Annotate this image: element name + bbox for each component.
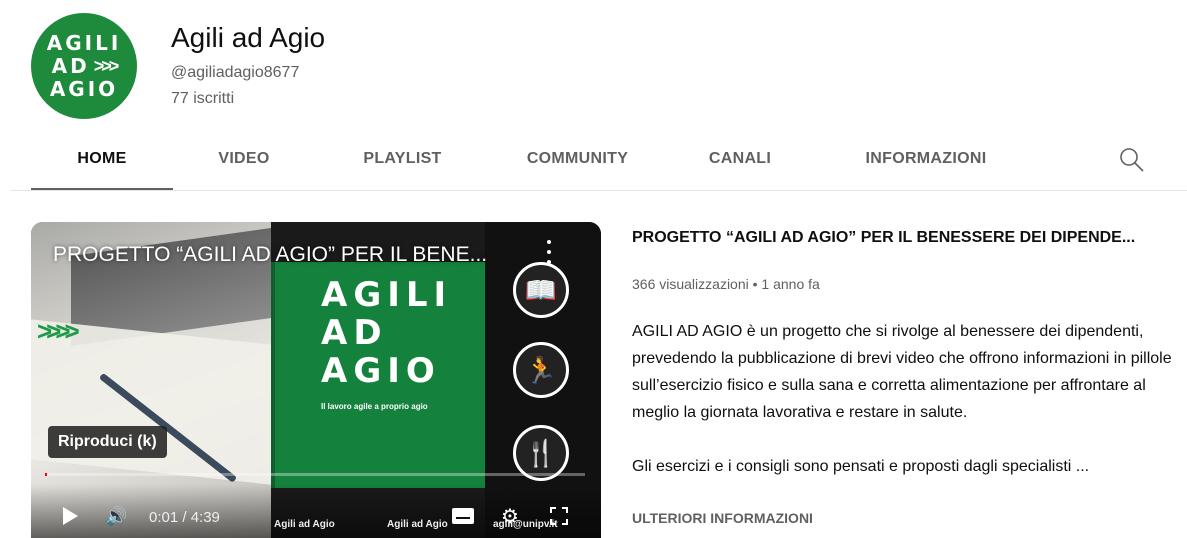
avatar-line-3: AGIO [49, 76, 119, 101]
exercise-icon: 🏃 [513, 342, 569, 398]
green-arrows-icon: >>>> [37, 316, 80, 346]
time-display: 0:01 / 4:39 [149, 509, 220, 526]
slide-subtitle: Il lavoro agile a proprio agio [321, 402, 428, 411]
progress-bar[interactable] [45, 473, 585, 476]
settings-icon[interactable]: ⚙ [501, 504, 519, 529]
avatar-arrows-icon: >>> [93, 55, 119, 76]
avatar-line-1: AGILI [46, 30, 122, 55]
play-tooltip: Riproduci (k) [48, 426, 167, 458]
tab-home[interactable]: HOME [31, 130, 173, 191]
video-description: AGILI AD AGIO è un progetto che si rivol… [632, 318, 1172, 507]
slide-line-1: AGILI [321, 275, 453, 315]
video-meta: 366 visualizzazioni • 1 anno fa [632, 276, 820, 292]
more-options-icon[interactable] [545, 240, 553, 264]
description-paragraph-2: Gli esercizi e i consigli sono pensati e… [632, 458, 1090, 475]
subscriber-count: 77 iscritti [171, 90, 235, 107]
tab-informazioni[interactable]: INFORMAZIONI [815, 130, 1037, 188]
video-title[interactable]: PROGETTO “AGILI AD AGIO” PER IL BENESSER… [632, 229, 1135, 247]
subtitles-icon[interactable] [452, 508, 474, 524]
player-overlay-title[interactable]: PROGETTO “AGILI AD AGIO” PER IL BENE... [53, 243, 487, 267]
slide-line-2: AD [321, 313, 388, 353]
channel-handle: @agiliadagio8677 [171, 64, 300, 81]
play-icon[interactable] [63, 507, 78, 525]
book-icon: 📖 [513, 262, 569, 318]
channel-name: Agili ad Agio [171, 22, 326, 53]
watermark-channel: Agili ad Agio [274, 519, 335, 530]
channel-avatar[interactable]: AGILI AD >>> AGIO [31, 13, 137, 119]
slide-line-3: AGIO [321, 351, 441, 391]
search-icon[interactable] [1117, 145, 1145, 173]
channel-tabs: HOME VIDEO PLAYLIST COMMUNITY CANALI INF… [31, 130, 1037, 191]
progress-fill [45, 473, 48, 476]
video-player[interactable]: >>>> AGILI AD AGIO Il lavoro agile a pro… [31, 222, 601, 538]
tab-video[interactable]: VIDEO [173, 130, 315, 188]
tab-community[interactable]: COMMUNITY [490, 130, 665, 188]
watermark-facebook: Agili ad Agio [387, 519, 448, 530]
description-paragraph-1: AGILI AD AGIO è un progetto che si rivol… [632, 323, 1172, 421]
more-info-link[interactable]: ULTERIORI INFORMAZIONI [632, 510, 813, 526]
avatar-line-2: AD [51, 53, 90, 78]
volume-icon[interactable]: 🔊 [105, 506, 127, 527]
fullscreen-icon[interactable] [550, 507, 568, 525]
tab-playlist[interactable]: PLAYLIST [315, 130, 490, 188]
tabs-divider [10, 190, 1187, 191]
tab-canali[interactable]: CANALI [665, 130, 815, 188]
